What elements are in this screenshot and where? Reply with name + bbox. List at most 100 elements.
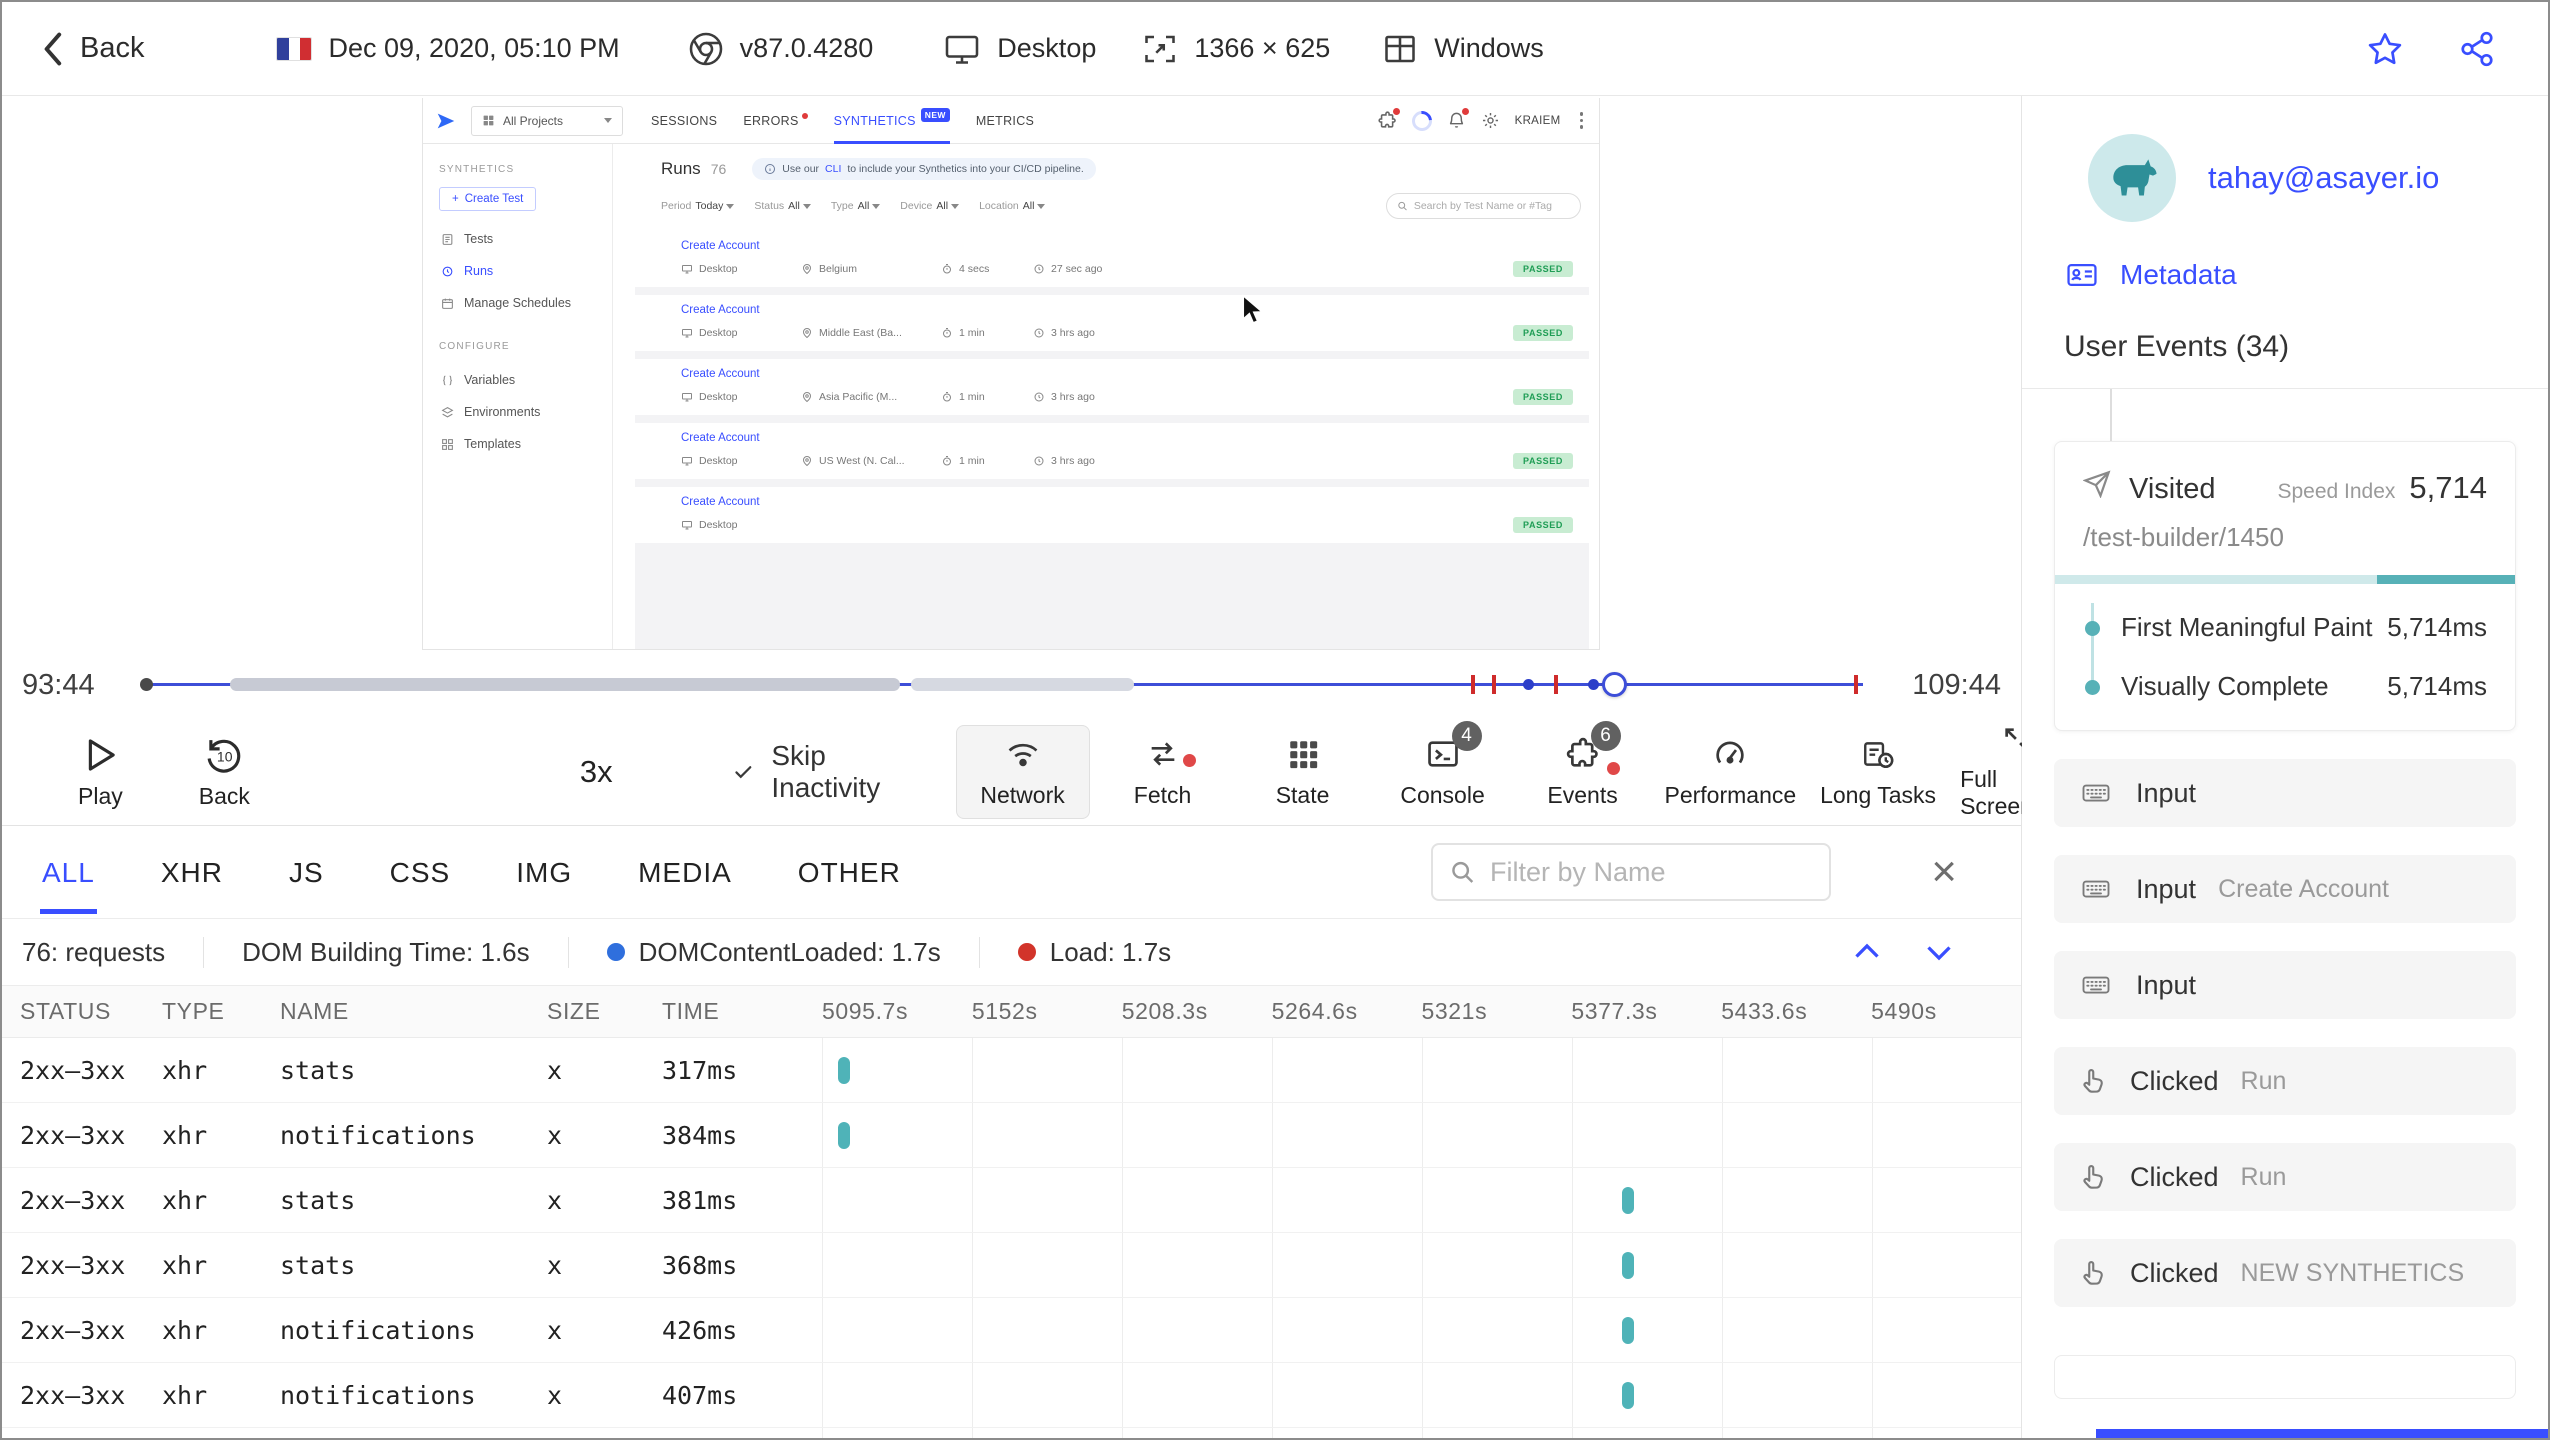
monitor-icon <box>943 31 981 67</box>
sidebar-item-runs[interactable]: Runs <box>439 255 596 287</box>
run-test-name[interactable]: Create Account <box>681 304 1573 316</box>
test-search-input[interactable] <box>1413 200 1570 212</box>
event-click[interactable]: Clicked Run <box>2054 1143 2516 1211</box>
filter-location[interactable]: Location All <box>979 200 1046 212</box>
filter-period[interactable]: Period Today <box>661 200 735 212</box>
sidebar-item-manage-schedules[interactable]: Manage Schedules <box>439 287 596 319</box>
chevron-down-icon <box>726 203 735 209</box>
status-badge: PASSED <box>1513 453 1573 469</box>
timer-icon <box>943 264 951 274</box>
tab-all[interactable]: ALL <box>40 831 97 914</box>
request-row[interactable]: 2xx–3xx xhr notifications x 384ms <box>2 1103 2021 1168</box>
tab-css[interactable]: CSS <box>388 831 453 914</box>
integrations-puzzle-icon[interactable] <box>1378 108 1400 130</box>
run-test-name[interactable]: Create Account <box>681 496 1573 508</box>
request-row[interactable]: 2xx–3xx xhr notifications x 426ms <box>2 1298 2021 1363</box>
tab-synthetics[interactable]: SYNTHETICS NEW <box>834 98 950 144</box>
tab-xhr[interactable]: XHR <box>159 831 225 914</box>
speed-button[interactable]: 3x <box>580 754 613 790</box>
tab-errors[interactable]: ERRORS <box>743 98 808 144</box>
sidebar-item-environments[interactable]: Environments <box>439 396 596 428</box>
replayed-app: All Projects SESSIONS ERRORS SYNTHETICS N… <box>422 98 1600 650</box>
notifications-bell-icon[interactable] <box>1447 108 1469 130</box>
test-search-box[interactable] <box>1386 193 1581 219</box>
close-panel-button[interactable]: × <box>1931 850 1957 894</box>
run-test-name[interactable]: Create Account <box>681 368 1573 380</box>
jump-prev-button[interactable] <box>1849 934 1885 970</box>
event-click[interactable]: Clicked Run <box>2054 1047 2516 1115</box>
toggle-long-tasks[interactable]: Long Tasks <box>1811 725 1945 819</box>
toggle-state[interactable]: State <box>1236 725 1370 819</box>
run-row[interactable]: Create Account Desktop Belgium 4 secs 27… <box>635 231 1589 287</box>
filter-type[interactable]: Type All <box>831 200 881 212</box>
keyboard-icon <box>2082 976 2110 994</box>
toggle-events[interactable]: 6 Events <box>1516 721 1650 819</box>
back-button[interactable]: Back <box>40 31 144 67</box>
back-10-button[interactable]: 10 Back <box>199 734 250 810</box>
timeline-handle[interactable] <box>1602 672 1628 697</box>
share-icon[interactable] <box>2458 30 2496 68</box>
tab-js[interactable]: JS <box>287 831 326 914</box>
load-dot <box>1017 943 1036 961</box>
create-test-button[interactable]: + Create Test <box>439 187 537 211</box>
run-test-name[interactable]: Create Account <box>681 432 1573 444</box>
grid-icon <box>483 115 494 126</box>
datetime-label: Dec 09, 2020, 05:10 PM <box>328 33 620 63</box>
user-events-list[interactable]: Visited Speed Index 5,714 /test-builder/… <box>2022 389 2548 1438</box>
run-row[interactable]: Create Account Desktop US West (N. Cal..… <box>635 423 1589 479</box>
runs-page: Runs 76 Use our CLI to include your Synt… <box>613 144 1599 649</box>
toggle-console[interactable]: 4 Console <box>1376 721 1510 819</box>
skip-inactivity-toggle[interactable]: Skip Inactivity <box>733 740 890 804</box>
sidebar-item-templates[interactable]: Templates <box>439 428 596 460</box>
tab-media[interactable]: MEDIA <box>636 831 734 914</box>
event-input[interactable]: Input <box>2054 951 2516 1019</box>
clock-icon <box>1034 392 1044 402</box>
user-menu[interactable]: KRAIEM <box>1515 115 1561 127</box>
tab-metrics[interactable]: METRICS <box>976 98 1034 144</box>
horizontal-scrollbar[interactable] <box>2096 1429 2548 1438</box>
location-pin-icon <box>802 264 812 275</box>
request-row[interactable]: 2xx–3xx xhr stats x 368ms <box>2 1233 2021 1298</box>
alert-dot <box>1392 108 1400 115</box>
filter-by-name-input[interactable] <box>1489 856 1814 888</box>
visited-event-card[interactable]: Visited Speed Index 5,714 /test-builder/… <box>2054 441 2516 731</box>
alert-dot <box>1182 754 1196 767</box>
cli-link[interactable]: CLI <box>825 163 841 175</box>
filter-by-name-box[interactable] <box>1431 843 1832 901</box>
user-email[interactable]: tahay@asayer.io <box>2208 160 2439 196</box>
event-click[interactable]: Clicked NEW SYNTHETICS <box>2054 1239 2516 1307</box>
event-input[interactable]: Input Create Account <box>2054 855 2516 923</box>
replay-app-nav: All Projects SESSIONS ERRORS SYNTHETICS N… <box>423 98 1599 144</box>
request-row[interactable]: 2xx–3xx xhr notifications x 407ms <box>2 1363 2021 1428</box>
run-row[interactable]: Create Account Desktop PASSED <box>635 487 1589 543</box>
tab-img[interactable]: IMG <box>514 831 574 914</box>
toggle-fetch[interactable]: Fetch <box>1096 725 1230 819</box>
tab-sessions[interactable]: SESSIONS <box>651 98 717 144</box>
more-options-icon[interactable] <box>1576 112 1588 129</box>
timeline-track[interactable] <box>140 672 1863 697</box>
sidebar-item-tests[interactable]: Tests <box>439 223 596 255</box>
sidebar-item-variables[interactable]: Variables <box>439 364 596 396</box>
request-row[interactable]: 2xx–3xx xhr stats x 317ms <box>2 1038 2021 1103</box>
toggle-performance[interactable]: Performance <box>1656 725 1806 819</box>
jump-next-button[interactable] <box>1921 934 1957 970</box>
request-row[interactable]: 2xx–3xx xhr stats x 381ms <box>2 1168 2021 1233</box>
run-row[interactable]: Create Account Desktop Middle East (Ba..… <box>635 295 1589 351</box>
metadata-button[interactable]: Metadata <box>2062 258 2518 292</box>
sidebar-section-configure: CONFIGURE <box>439 341 510 352</box>
settings-gear-icon[interactable] <box>1481 111 1500 130</box>
request-waterfall-bar <box>1622 1317 1634 1344</box>
filter-status[interactable]: Status All <box>754 200 811 212</box>
clock-icon <box>1034 456 1044 466</box>
toggle-network[interactable]: Network <box>955 724 1090 819</box>
keyboard-icon <box>2082 880 2110 898</box>
event-value: Create Account <box>2218 874 2389 903</box>
run-test-name[interactable]: Create Account <box>681 240 1573 252</box>
play-button[interactable]: Play <box>78 734 123 810</box>
favorite-star-icon[interactable] <box>2366 30 2404 68</box>
filter-device[interactable]: Device All <box>900 200 960 212</box>
tab-other[interactable]: OTHER <box>796 831 903 914</box>
project-selector[interactable]: All Projects <box>471 105 623 136</box>
event-input[interactable]: Input <box>2054 759 2516 827</box>
run-row[interactable]: Create Account Desktop Asia Pacific (M..… <box>635 359 1589 415</box>
